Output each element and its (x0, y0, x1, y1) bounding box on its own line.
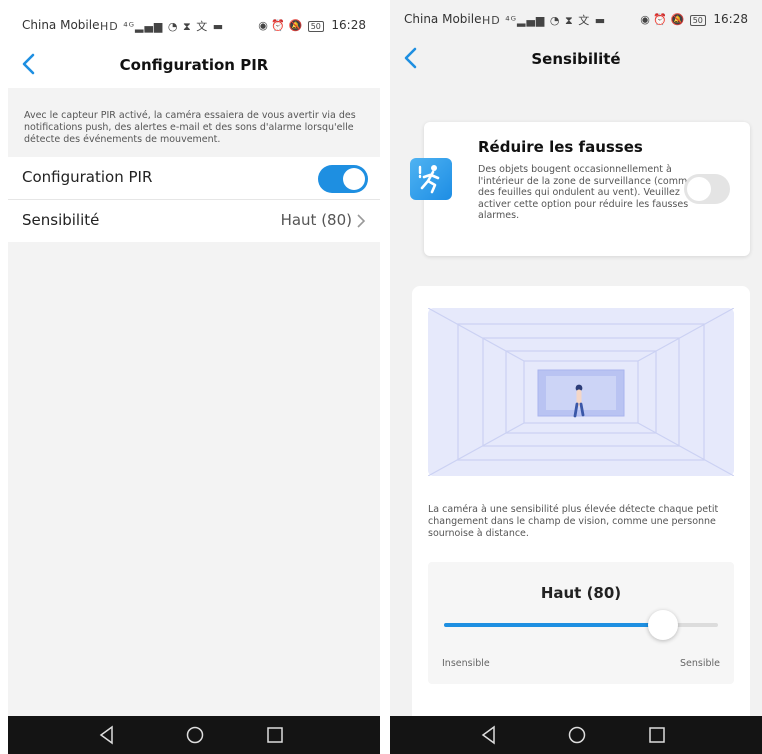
sensitivity-label: Sensibilité (22, 211, 100, 229)
pir-config-row[interactable]: Configuration PIR (8, 157, 380, 200)
mute-icon: 🔕 (670, 13, 685, 26)
slider-min-label: Insensible (442, 658, 490, 669)
system-nav-bar (8, 716, 380, 754)
sensitivity-slider-track[interactable] (444, 610, 718, 640)
carrier-name: China Mobile (404, 12, 482, 26)
system-nav-bar (390, 716, 762, 754)
sensitivity-value: Haut (80) (280, 211, 352, 229)
nav-bar: Configuration PIR (8, 44, 380, 88)
carrier-name: China Mobile (22, 18, 100, 32)
pir-toggle[interactable] (318, 165, 368, 193)
signal-icons: HD ⁴ᴳ▂▄▆ ◔ ⧗ 文 ▬ (482, 14, 607, 27)
nav-home-icon[interactable] (184, 724, 206, 746)
nav-home-icon[interactable] (566, 724, 588, 746)
reduce-false-alarms-toggle[interactable] (684, 174, 730, 204)
sensitivity-card: La caméra à une sensibilité plus élevée … (412, 286, 750, 726)
slider-value-label: Haut (80) (540, 584, 622, 602)
battery-indicator: 50 (689, 15, 706, 26)
status-right: ◉ ⏰ 🔕 50 16:28 (258, 18, 366, 32)
false-alarm-card: Réduire les fausses Des objets bougent o… (410, 122, 750, 256)
nav-recents-icon[interactable] (646, 724, 668, 746)
pir-description: Avec le capteur PIR activé, la caméra es… (24, 110, 356, 145)
nav-recents-icon[interactable] (264, 724, 286, 746)
pir-config-screen: China Mobile HD ⁴ᴳ▂▄▆ ◔ ⧗ 文 ▬ ◉ ⏰ 🔕 50 1… (8, 0, 380, 754)
nav-bar: Sensibilité (390, 38, 762, 82)
eye-icon: ◉ (258, 19, 268, 32)
sensitivity-screen: China Mobile HD ⁴ᴳ▂▄▆ ◔ ⧗ 文 ▬ ◉ ⏰ 🔕 50 1… (390, 0, 762, 754)
status-right: ◉ ⏰ 🔕 50 16:28 (640, 12, 748, 26)
slider-fill (444, 623, 664, 627)
nav-back-icon[interactable] (96, 724, 118, 746)
slider-thumb[interactable] (648, 610, 679, 640)
clock: 16:28 (713, 12, 748, 26)
corridor-illustration (427, 307, 735, 477)
toggle-knob (687, 177, 711, 201)
clock: 16:28 (331, 18, 366, 32)
sensitivity-info-text: La caméra à une sensibilité plus élevée … (428, 504, 719, 539)
alarm-icon: ⏰ (271, 19, 286, 32)
sensitivity-slider-panel: Haut (80) Insensible Sensible (428, 562, 734, 684)
slider-max-label: Sensible (680, 658, 720, 669)
signal-icons: HD ⁴ᴳ▂▄▆ ◔ ⧗ 文 ▬ (100, 20, 225, 33)
false-alarm-title: Réduire les fausses (478, 138, 643, 156)
false-alarm-text: Des objets bougent occasionnellement à l… (478, 164, 694, 221)
nav-back-icon[interactable] (478, 724, 500, 746)
sensitivity-row[interactable]: Sensibilité Haut (80) (8, 200, 380, 242)
running-person-icon (410, 158, 452, 200)
mute-icon: 🔕 (288, 19, 303, 32)
page-title: Sensibilité (531, 50, 621, 68)
battery-indicator: 50 (307, 21, 324, 32)
pir-config-label: Configuration PIR (22, 168, 153, 186)
alarm-icon: ⏰ (653, 13, 668, 26)
page-title: Configuration PIR (119, 56, 269, 74)
toggle-knob (343, 168, 365, 190)
eye-icon: ◉ (640, 13, 650, 26)
chevron-right-icon (357, 214, 366, 228)
